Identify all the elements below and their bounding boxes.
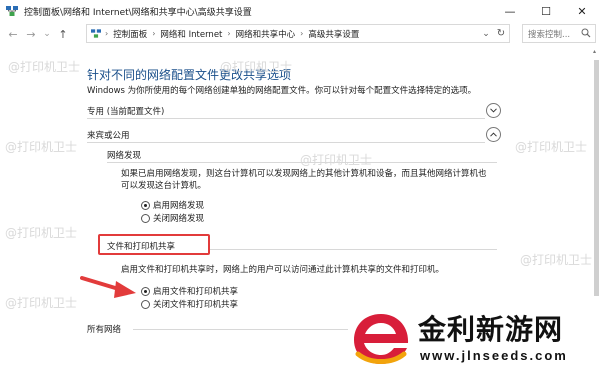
forward-arrow-icon[interactable]: → bbox=[22, 24, 40, 44]
address-network-icon bbox=[91, 29, 101, 38]
radio-enable-file-sharing[interactable]: 启用文件和打印机共享 bbox=[141, 285, 238, 297]
section-private-label[interactable]: 专用 (当前配置文件) bbox=[87, 105, 164, 117]
recent-locations-chevron-icon[interactable]: ⌄ bbox=[40, 24, 54, 44]
watermark-text: @打印机卫士 bbox=[300, 153, 373, 167]
scroll-up-icon[interactable]: ▴ bbox=[593, 48, 596, 55]
description-line: 可以发现这台计算机。 bbox=[121, 181, 207, 191]
pointer-arrow-icon bbox=[80, 276, 136, 298]
up-arrow-icon[interactable]: ↑ bbox=[54, 24, 72, 44]
watermark-text: @打印机卫士 bbox=[220, 60, 293, 74]
search-icon[interactable] bbox=[581, 28, 591, 41]
description-line: 如果已启用网络发现，则这台计算机可以发现网络上的其他计算机和设备，而且其他网络计… bbox=[121, 169, 487, 179]
refresh-icon[interactable]: ↻ bbox=[493, 28, 509, 39]
search-box[interactable]: 搜索控制... bbox=[522, 24, 596, 43]
expand-chevron-icon[interactable] bbox=[486, 103, 501, 118]
brand-watermark: 金利新游网 www.jlnseeds.com bbox=[348, 296, 600, 375]
brand-name: 金利新游网 bbox=[418, 313, 564, 346]
section-divider bbox=[87, 142, 485, 143]
breadcrumb-control-panel[interactable]: 控制面板 bbox=[113, 28, 147, 40]
section-divider bbox=[87, 118, 485, 119]
file-sharing-description: 启用文件和打印机共享时，网络上的用户可以访问通过此计算机共享的文件和打印机。 bbox=[121, 265, 445, 275]
navigation-bar: ← → ⌄ ↑ › 控制面板 › 网络和 Internet › 网络和共享中心 … bbox=[0, 22, 600, 46]
network-app-icon bbox=[6, 6, 18, 16]
collapse-chevron-icon[interactable] bbox=[486, 127, 501, 142]
radio-disable-network-discovery[interactable]: 关闭网络发现 bbox=[141, 212, 204, 224]
close-button[interactable]: ✕ bbox=[564, 0, 600, 22]
address-bar[interactable]: › 控制面板 › 网络和 Internet › 网络和共享中心 › 高级共享设置… bbox=[86, 24, 510, 43]
section-guest-public-label[interactable]: 来宾或公用 bbox=[87, 129, 130, 141]
title-bar: 控制面板\网络和 Internet\网络和共享中心\高级共享设置 — ☐ ✕ bbox=[0, 0, 600, 22]
window-title: 控制面板\网络和 Internet\网络和共享中心\高级共享设置 bbox=[24, 7, 252, 18]
section-divider bbox=[133, 329, 348, 330]
breadcrumb-network-sharing-center[interactable]: 网络和共享中心 bbox=[236, 28, 296, 40]
breadcrumb-separator-icon: › bbox=[152, 29, 156, 38]
radio-unselected-icon[interactable] bbox=[141, 299, 150, 309]
page-description: Windows 为你所使用的每个网络创建单独的网络配置文件。你可以针对每个配置文… bbox=[87, 86, 477, 96]
radio-label: 关闭网络发现 bbox=[153, 214, 205, 224]
breadcrumb-separator-icon: › bbox=[227, 29, 231, 38]
highlight-box bbox=[98, 234, 210, 255]
radio-disable-file-sharing[interactable]: 关闭文件和打印机共享 bbox=[141, 298, 238, 310]
watermark-text: @打印机卫士 bbox=[5, 140, 78, 154]
breadcrumb-advanced-sharing[interactable]: 高级共享设置 bbox=[308, 28, 359, 40]
brand-url: www.jlnseeds.com bbox=[420, 348, 568, 363]
radio-enable-network-discovery[interactable]: 启用网络发现 bbox=[141, 199, 204, 211]
breadcrumb-separator-icon: › bbox=[300, 29, 304, 38]
watermark-text: @打印机卫士 bbox=[8, 60, 81, 74]
minimize-button[interactable]: — bbox=[492, 0, 528, 22]
network-discovery-label: 网络发现 bbox=[107, 151, 142, 161]
address-dropdown-chevron-icon[interactable]: ⌄ bbox=[479, 29, 493, 39]
radio-selected-icon[interactable] bbox=[141, 200, 150, 210]
watermark-text: @打印机卫士 bbox=[5, 226, 78, 240]
network-discovery-description: 如果已启用网络发现，则这台计算机可以发现网络上的其他计算机和设备，而且其他网络计… bbox=[121, 168, 501, 192]
breadcrumb-network-internet[interactable]: 网络和 Internet bbox=[160, 28, 222, 40]
watermark-text: @打印机卫士 bbox=[5, 296, 78, 310]
breadcrumb-separator-icon: › bbox=[105, 29, 109, 38]
search-input[interactable]: 搜索控制... bbox=[528, 28, 570, 40]
radio-label: 启用文件和打印机共享 bbox=[153, 287, 239, 297]
subsection-divider bbox=[210, 249, 497, 250]
back-arrow-icon[interactable]: ← bbox=[4, 24, 22, 44]
radio-label: 启用网络发现 bbox=[153, 201, 205, 211]
section-all-networks-label[interactable]: 所有网络 bbox=[87, 323, 121, 335]
radio-unselected-icon[interactable] bbox=[141, 213, 150, 223]
radio-selected-icon[interactable] bbox=[141, 286, 150, 296]
watermark-text: @打印机卫士 bbox=[515, 140, 588, 154]
brand-logo-icon bbox=[354, 314, 409, 364]
maximize-button[interactable]: ☐ bbox=[528, 0, 564, 22]
watermark-text: @打印机卫士 bbox=[520, 253, 593, 267]
radio-label: 关闭文件和打印机共享 bbox=[153, 300, 239, 310]
